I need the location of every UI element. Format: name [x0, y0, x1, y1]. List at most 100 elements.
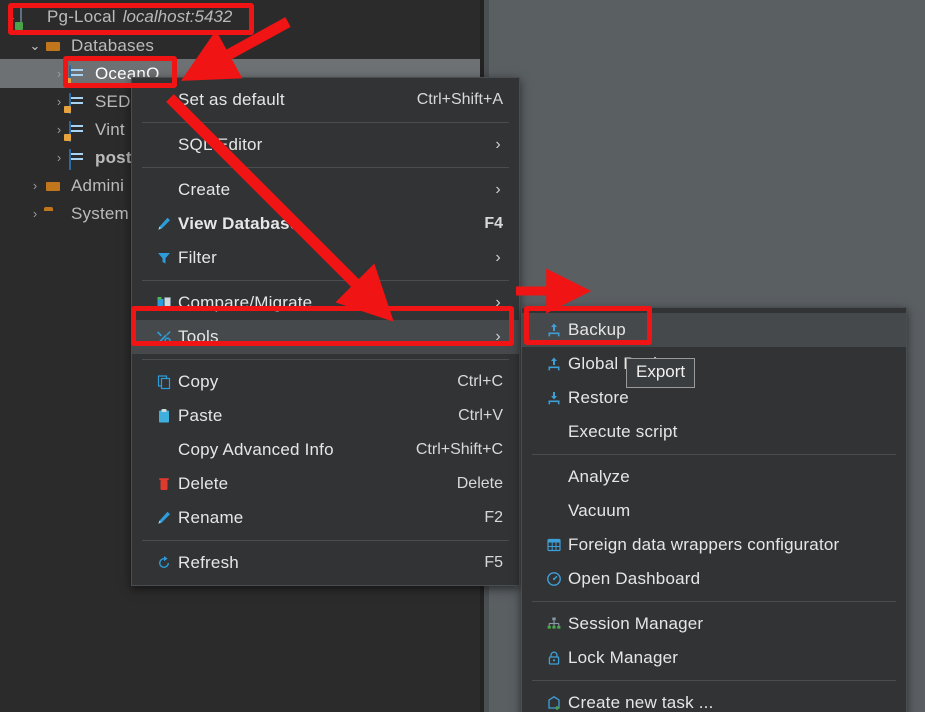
dashboard-gauge-icon: [540, 562, 568, 596]
menu-item-shortcut: Ctrl+Shift+C: [415, 441, 503, 458]
menu-item-refresh[interactable]: Refresh F5: [132, 546, 519, 580]
menu-item-shortcut: F5: [484, 554, 503, 571]
menu-item-label: Paste: [178, 406, 223, 425]
submenu-separator: [532, 601, 896, 602]
menu-item-label: View Database: [178, 214, 300, 233]
tree-item-label: Vint: [95, 119, 125, 139]
menu-separator: [142, 167, 509, 168]
chevron-right-icon[interactable]: ›: [26, 178, 44, 193]
menu-item-label: Set as default: [178, 90, 285, 109]
menu-item-shortcut: Ctrl+C: [457, 373, 503, 390]
menu-item-paste[interactable]: Paste Ctrl+V: [132, 399, 519, 433]
menu-item-label: Copy: [178, 372, 219, 391]
menu-item-view-database[interactable]: View Database F4: [132, 207, 519, 241]
menu-item-shortcut: F4: [484, 215, 503, 232]
submenu-item-label: Lock Manager: [568, 648, 679, 667]
rename-pencil-icon: [150, 501, 178, 535]
submenu-item-global-backup[interactable]: Global Backup: [522, 347, 906, 381]
menu-item-set-as-default[interactable]: Set as default Ctrl+Shift+A: [132, 83, 519, 117]
orange-db-folder-icon: [44, 37, 64, 55]
submenu-item-execute-script[interactable]: Execute script: [522, 415, 906, 449]
no-icon: [540, 415, 568, 449]
submenu-arrow-icon: ›: [495, 328, 501, 345]
submenu-item-foreign-data-wrappers-configurator[interactable]: Foreign data wrappers configurator: [522, 528, 906, 562]
menu-item-create[interactable]: Create ›: [132, 173, 519, 207]
menu-item-label: Rename: [178, 508, 244, 527]
submenu-item-vacuum[interactable]: Vacuum: [522, 494, 906, 528]
submenu-item-label: Vacuum: [568, 501, 631, 520]
submenu-separator: [532, 454, 896, 455]
submenu-arrow-icon: ›: [495, 249, 501, 266]
menu-separator: [142, 359, 509, 360]
menu-item-rename[interactable]: Rename F2: [132, 501, 519, 535]
tree-item-label: System: [71, 203, 129, 223]
database-icon: [68, 148, 88, 170]
submenu-item-label: Backup: [568, 320, 626, 339]
compare-icon: [150, 286, 178, 320]
menu-item-copy[interactable]: Copy Ctrl+C: [132, 365, 519, 399]
submenu-item-create-new-task[interactable]: Create new task ...: [522, 686, 906, 712]
submenu-item-lock-manager[interactable]: Lock Manager: [522, 641, 906, 675]
tree-item-pg-local[interactable]: ⌄ Pg-Local localhost:5432: [0, 2, 480, 31]
no-icon: [150, 83, 178, 117]
chevron-right-icon[interactable]: ›: [26, 206, 44, 221]
menu-item-label: SQL Editor: [178, 135, 263, 154]
orange-folder-icon: [44, 205, 64, 223]
menu-item-label: Create: [178, 180, 231, 199]
menu-item-sql-editor[interactable]: SQL Editor ›: [132, 128, 519, 162]
submenu-item-analyze[interactable]: Analyze: [522, 460, 906, 494]
tree-item-label: Admini: [71, 175, 125, 195]
menu-separator: [142, 280, 509, 281]
lock-icon: [540, 641, 568, 675]
tree-item-detail: localhost:5432: [122, 6, 233, 26]
refresh-icon: [150, 546, 178, 580]
menu-item-label: Tools: [178, 327, 219, 346]
filter-icon: [150, 241, 178, 275]
menu-item-shortcut: Ctrl+Shift+A: [416, 91, 503, 108]
menu-item-delete[interactable]: Delete Delete: [132, 467, 519, 501]
submenu-item-label: Execute script: [568, 422, 678, 441]
pencil-icon: [150, 207, 178, 241]
database-icon: [64, 92, 88, 114]
menu-item-filter[interactable]: Filter ›: [132, 241, 519, 275]
export-tooltip: Export: [626, 358, 696, 388]
menu-item-label: Copy Advanced Info: [178, 440, 334, 459]
table-config-icon: [540, 528, 568, 562]
new-task-icon: [540, 686, 568, 712]
submenu-item-session-manager[interactable]: Session Manager: [522, 607, 906, 641]
no-icon: [150, 433, 178, 467]
submenu-arrow-icon: ›: [495, 136, 501, 153]
menu-item-label: Delete: [178, 474, 229, 493]
menu-item-compare-migrate[interactable]: Compare/Migrate ›: [132, 286, 519, 320]
backup-upload-icon: [540, 313, 568, 347]
orange-admin-folder-icon: [44, 177, 64, 195]
chevron-right-icon[interactable]: ›: [50, 150, 68, 165]
paste-icon: [150, 399, 178, 433]
database-icon: [64, 64, 88, 86]
tree-item-label: SED: [95, 91, 131, 111]
trash-icon: [150, 467, 178, 501]
tree-item-label: post: [95, 147, 132, 167]
database-icon: [64, 120, 88, 142]
submenu-item-label: Restore: [568, 388, 629, 407]
no-icon: [540, 460, 568, 494]
no-icon: [150, 173, 178, 207]
menu-item-label: Filter: [178, 248, 217, 267]
restore-download-icon: [540, 381, 568, 415]
session-manager-icon: [540, 607, 568, 641]
menu-item-tools[interactable]: Tools ›: [132, 320, 519, 354]
menu-item-copy-advanced-info[interactable]: Copy Advanced Info Ctrl+Shift+C: [132, 433, 519, 467]
tree-item-label: Pg-Local: [47, 6, 116, 26]
server-icon: [20, 7, 40, 29]
menu-separator: [142, 540, 509, 541]
submenu-item-restore[interactable]: Restore: [522, 381, 906, 415]
menu-item-shortcut: Delete: [456, 475, 503, 492]
chevron-down-icon[interactable]: ⌄: [26, 38, 44, 54]
menu-item-shortcut: Ctrl+V: [458, 407, 503, 424]
no-icon: [540, 494, 568, 528]
tree-item-databases[interactable]: ⌄ Databases: [0, 31, 480, 60]
submenu-item-backup[interactable]: Backup: [522, 313, 906, 347]
submenu-item-open-dashboard[interactable]: Open Dashboard: [522, 562, 906, 596]
screen-root: ⌄ Pg-Local localhost:5432 ⌄ Databases › …: [0, 0, 925, 712]
tree-item-label: Databases: [71, 35, 155, 55]
